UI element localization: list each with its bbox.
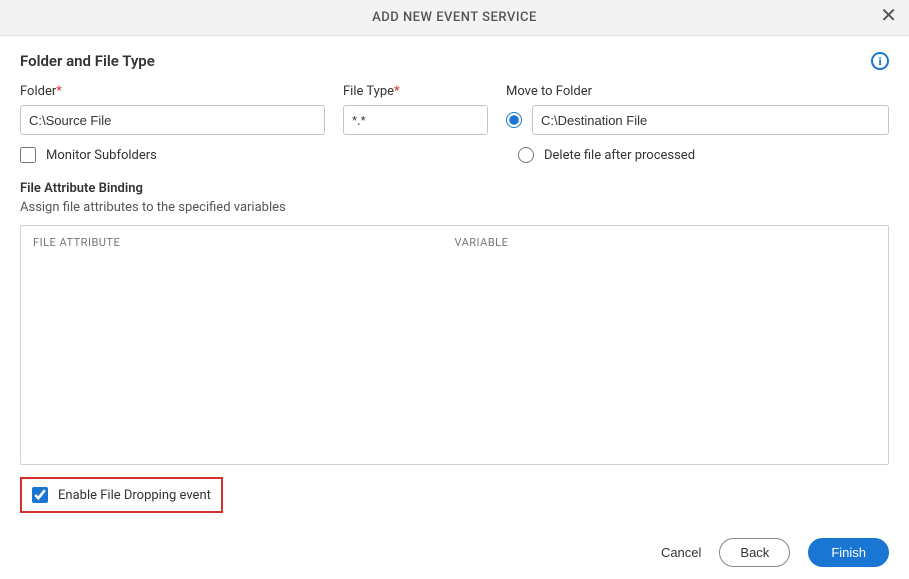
- close-icon: ✕: [880, 5, 897, 27]
- movefolder-label: Move to Folder: [506, 84, 889, 99]
- delete-after-radio[interactable]: [518, 147, 534, 163]
- finish-button[interactable]: Finish: [808, 538, 889, 567]
- enable-file-dropping-checkbox[interactable]: [32, 487, 48, 503]
- dialog-content: Folder and File Type i Folder* File Type…: [0, 36, 909, 523]
- delete-after-row[interactable]: Delete file after processed: [518, 147, 889, 163]
- required-asterisk: *: [56, 84, 62, 99]
- dialog-title: ADD NEW EVENT SERVICE: [372, 10, 537, 25]
- binding-desc: Assign file attributes to the specified …: [20, 200, 889, 215]
- section-title: Folder and File Type: [20, 52, 155, 70]
- required-asterisk: *: [394, 84, 400, 99]
- delete-after-label: Delete file after processed: [544, 148, 695, 163]
- dialog-header: ADD NEW EVENT SERVICE ✕: [0, 0, 909, 36]
- col-header-attribute: FILE ATTRIBUTE: [33, 236, 455, 249]
- enable-file-dropping-row[interactable]: Enable File Dropping event: [20, 477, 223, 513]
- binding-table: FILE ATTRIBUTE VARIABLE: [20, 225, 889, 465]
- close-button[interactable]: ✕: [880, 6, 897, 26]
- movefolder-input[interactable]: [532, 105, 889, 135]
- filetype-label: File Type*: [343, 84, 488, 99]
- binding-title: File Attribute Binding: [20, 181, 889, 196]
- monitor-subfolders-row[interactable]: Monitor Subfolders: [20, 147, 500, 163]
- folder-label: Folder*: [20, 84, 325, 99]
- cancel-button[interactable]: Cancel: [661, 545, 701, 560]
- enable-file-dropping-label: Enable File Dropping event: [58, 488, 211, 503]
- info-icon[interactable]: i: [871, 52, 889, 70]
- folder-input[interactable]: [20, 105, 325, 135]
- col-header-variable: VARIABLE: [455, 236, 877, 249]
- dialog-footer: Cancel Back Finish: [661, 538, 889, 567]
- monitor-subfolders-checkbox[interactable]: [20, 147, 36, 163]
- move-to-folder-radio[interactable]: [506, 112, 522, 128]
- monitor-subfolders-label: Monitor Subfolders: [46, 148, 157, 163]
- filetype-input[interactable]: [343, 105, 488, 135]
- back-button[interactable]: Back: [719, 538, 790, 567]
